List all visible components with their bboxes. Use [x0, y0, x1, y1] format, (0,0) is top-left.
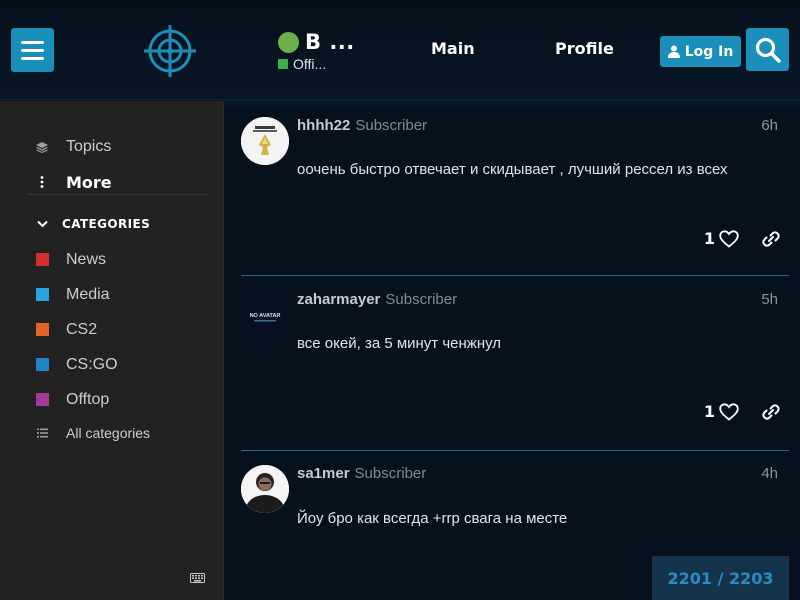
avatar-placeholder-text: NO AVATAR: [250, 313, 281, 319]
post-body: оочень быстро отвечает и скидывает , луч…: [297, 161, 728, 178]
site-title-block[interactable]: B ... Offi...: [278, 30, 355, 72]
online-status-dot: [278, 31, 299, 53]
post-time[interactable]: 4h: [761, 465, 778, 482]
sidebar-item-label: Media: [66, 285, 110, 303]
sidebar-category-news[interactable]: News: [36, 251, 106, 268]
category-color-square: [36, 393, 49, 406]
post-divider: [241, 275, 789, 276]
post-meta: hhhh22 Subscriber: [297, 117, 427, 134]
post-username[interactable]: zaharmayer: [297, 291, 380, 308]
post-meta: zaharmayer Subscriber: [297, 291, 457, 308]
link-icon[interactable]: [761, 403, 781, 421]
login-button[interactable]: Log In: [660, 36, 741, 67]
vertical-ellipsis-icon: [36, 176, 48, 188]
post-body: все окей, за 5 минут ченжнул: [297, 335, 502, 352]
sidebar-item-label: News: [66, 250, 107, 268]
post-time[interactable]: 5h: [761, 291, 778, 308]
hamburger-menu-button[interactable]: [11, 28, 54, 72]
categories-section-toggle[interactable]: CATEGORIES: [36, 217, 150, 231]
list-icon: [36, 427, 48, 439]
sidebar-item-label: CS2: [66, 320, 98, 338]
site-header: B ... Offi... Main Profile Log In: [0, 0, 800, 100]
post-user-title: Subscriber: [355, 117, 428, 134]
user-icon: [667, 45, 680, 58]
sidebar-category-media[interactable]: Media: [36, 286, 110, 303]
sidebar-category-csgo[interactable]: CS:GO: [36, 356, 118, 373]
post-username[interactable]: hhhh22: [297, 117, 350, 134]
nav-main-link[interactable]: Main: [431, 39, 475, 58]
link-icon[interactable]: [761, 230, 781, 248]
post-user-title: Subscriber: [354, 465, 427, 482]
site-logo[interactable]: [143, 25, 197, 77]
category-color-square: [36, 358, 49, 371]
keyboard-icon[interactable]: [190, 573, 205, 583]
search-icon: [755, 37, 781, 63]
post-user-title: Subscriber: [385, 291, 458, 308]
sidebar-all-categories[interactable]: All categories: [36, 425, 150, 441]
post-divider: [241, 450, 789, 451]
like-count: 1: [703, 402, 715, 421]
sidebar-item-more[interactable]: More: [36, 173, 112, 192]
post-time[interactable]: 6h: [761, 117, 778, 134]
topic-progress-indicator[interactable]: 2201 / 2203: [652, 556, 789, 600]
post-actions: 1: [704, 402, 789, 421]
sidebar-category-offtop[interactable]: Offtop: [36, 391, 109, 408]
sidebar-divider: [28, 194, 208, 195]
avatar[interactable]: [241, 465, 289, 513]
categories-heading: CATEGORIES: [62, 217, 151, 231]
sidebar-item-label: Topics: [66, 138, 112, 155]
login-label: Log In: [684, 43, 734, 60]
post-actions: 1: [704, 229, 789, 248]
sidebar-item-label: CS:GO: [66, 355, 118, 373]
heart-icon: [719, 229, 739, 248]
post-meta: sa1mer Subscriber: [297, 465, 426, 482]
like-button[interactable]: 1: [704, 402, 739, 421]
like-count: 1: [703, 229, 715, 248]
layers-icon: [36, 141, 48, 153]
sidebar-item-label: All categories: [66, 425, 151, 441]
site-title: B ...: [305, 30, 355, 54]
sidebar-item-label: Offtop: [66, 390, 110, 408]
post-body: Йоу бро как всегда +rrp свага на месте: [297, 510, 568, 527]
site-subtitle: Offi...: [293, 56, 327, 72]
post-username[interactable]: sa1mer: [297, 465, 350, 482]
topic-stream: hhhh22 Subscriber 6h оочень быстро отвеч…: [225, 101, 800, 600]
avatar[interactable]: [241, 117, 289, 165]
nav-profile-link[interactable]: Profile: [555, 39, 614, 58]
status-square-icon: [278, 59, 288, 69]
category-color-square: [36, 253, 49, 266]
sidebar: Topics More CATEGORIES News Media CS2 CS…: [0, 101, 224, 600]
category-color-square: [36, 323, 49, 336]
sidebar-item-label: More: [66, 172, 112, 192]
chevron-down-icon: [36, 218, 48, 230]
heart-icon: [719, 402, 739, 421]
avatar[interactable]: NO AVATAR: [241, 291, 289, 339]
sidebar-item-topics[interactable]: Topics: [36, 138, 111, 155]
search-button[interactable]: [746, 28, 789, 71]
sidebar-category-cs2[interactable]: CS2: [36, 321, 97, 338]
like-button[interactable]: 1: [704, 229, 739, 248]
category-color-square: [36, 288, 49, 301]
